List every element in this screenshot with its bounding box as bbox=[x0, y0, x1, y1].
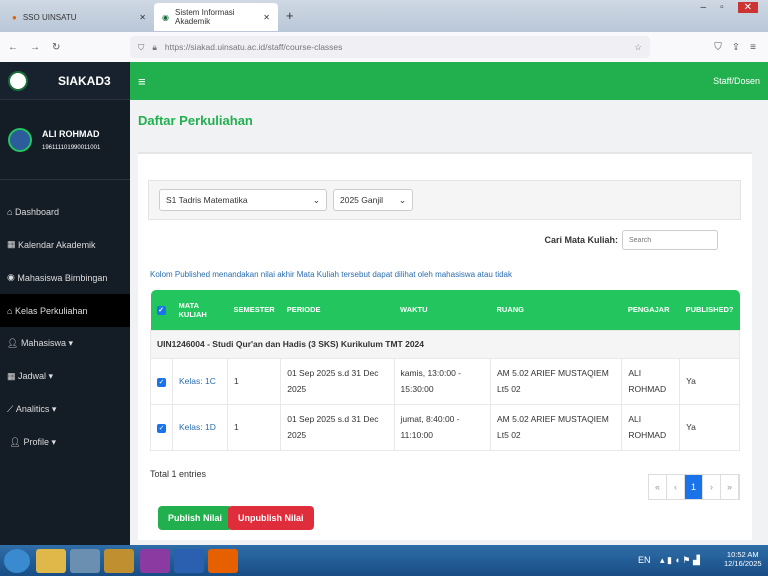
tray-icons[interactable]: ▴ ▮ ◖ ⚑ ▟ bbox=[660, 555, 700, 566]
role-label[interactable]: Staff/Dosen bbox=[713, 76, 760, 86]
url-input[interactable]: ⛉ 🔒︎ https://siakad.uinsatu.ac.id/staff/co… bbox=[130, 36, 650, 58]
sidebar-item-jadwal[interactable]: ▦ Jadwal ▾ bbox=[0, 360, 130, 393]
tab-siakad[interactable]: ◉ Sistem Informasi Akademik ✕ bbox=[154, 3, 278, 31]
content-card: S1 Tadris Matematika ⌄ 2025 Ganjil ⌄ Cari … bbox=[138, 152, 752, 540]
window-controls[interactable]: – ▫ ✕ bbox=[701, 2, 758, 13]
published-note: Kolom Published menandakan nilai akhir M… bbox=[150, 270, 512, 279]
new-tab-button[interactable]: + bbox=[286, 8, 294, 23]
semester-select[interactable]: 2025 Ganjil ⌄ bbox=[333, 189, 413, 211]
sidebar-item-analitics[interactable]: ⟋ Analitics ▾ bbox=[0, 393, 130, 426]
sidebar-item-dashboard[interactable]: ⌂ Dashboard bbox=[0, 195, 130, 228]
sidebar-item-kelas[interactable]: ⌂ Kelas Perkuliahan bbox=[0, 294, 130, 327]
sidebar-item-profile[interactable]: 👤︎ Profile ▾ bbox=[0, 426, 130, 459]
app-icon[interactable] bbox=[140, 549, 170, 573]
top-header: ≡ Staff/Dosen bbox=[130, 62, 768, 100]
star-icon[interactable]: ☆ bbox=[634, 42, 642, 53]
course-table: ✓ MATA KULIAH SEMESTER PERIODE WAKTU RUANG PE… bbox=[150, 290, 740, 451]
browser-toolbar[interactable]: ⛉ ⇪ ≡ bbox=[714, 42, 756, 53]
sidebar-item-bimbingan[interactable]: ◉ Mahasiswa Bimbingan bbox=[0, 261, 130, 294]
firefox-icon: ● bbox=[12, 12, 17, 22]
clock[interactable]: 10:52 AM 12/16/2025 bbox=[724, 550, 762, 568]
table-row: ✓ Kelas: 1C 1 01 Sep 2025 s.d 31 Dec 2025 ka… bbox=[150, 357, 740, 405]
avatar bbox=[8, 127, 32, 152]
start-button[interactable] bbox=[4, 549, 30, 573]
site-icon: ◉ bbox=[162, 12, 169, 22]
row-checkbox[interactable]: ✓ bbox=[157, 424, 166, 433]
pagination[interactable]: «‹ 1 ›» bbox=[648, 474, 740, 500]
lock-icon: 🔒︎ bbox=[152, 41, 157, 52]
sidebar: SIAKAD3 ALI ROHMAD 196111101990011001 ⌂ D… bbox=[0, 62, 130, 545]
kelas-link[interactable]: Kelas: 1C bbox=[179, 376, 216, 386]
browser-tabbar: ● SSO UINSATU ✕ ◉ Sistem Informasi Akademik… bbox=[0, 0, 768, 32]
close-icon[interactable]: ✕ bbox=[139, 13, 146, 22]
sidebar-item-mahasiswa[interactable]: 👤︎ Mahasiswa ▾ bbox=[0, 327, 130, 360]
unpublish-button[interactable]: Unpublish Nilai bbox=[228, 506, 314, 530]
table-row: ✓ Kelas: 1D 1 01 Sep 2025 s.d 31 Dec 2025 ju… bbox=[150, 403, 740, 451]
row-checkbox[interactable]: ✓ bbox=[157, 378, 166, 387]
brand-name: SIAKAD3 bbox=[58, 73, 111, 88]
tab-sso[interactable]: ● SSO UINSATU ✕ bbox=[4, 3, 154, 31]
taskbar: EN ▴ ▮ ◖ ⚑ ▟ 10:52 AM 12/16/2025 bbox=[0, 545, 768, 576]
page-title: Daftar Perkuliahan bbox=[138, 113, 253, 128]
close-icon[interactable]: ✕ bbox=[263, 13, 270, 22]
search-label: Cari Mata Kuliah: bbox=[544, 235, 618, 245]
address-bar: ← → ↻ ⛉ 🔒︎ https://siakad.uinsatu.ac.id/st… bbox=[0, 32, 768, 62]
user-id: 196111101990011001 bbox=[42, 144, 101, 151]
kelas-link[interactable]: Kelas: 1D bbox=[179, 422, 216, 432]
word-icon[interactable] bbox=[174, 549, 204, 573]
sidebar-item-kalendar[interactable]: ▦ Kalendar Akademik bbox=[0, 228, 130, 261]
select-all-checkbox[interactable]: ✓ bbox=[156, 305, 166, 315]
program-select[interactable]: S1 Tadris Matematika ⌄ bbox=[159, 189, 327, 211]
course-group-row: UIN1246004 - Studi Qur'an dan Hadis (3 S… bbox=[150, 329, 740, 359]
shield-icon: ⛉ bbox=[138, 41, 145, 52]
search-input[interactable] bbox=[622, 230, 718, 250]
logo-icon bbox=[8, 70, 28, 91]
back-icon[interactable]: ← bbox=[8, 42, 18, 53]
user-name: ALI ROHMAD bbox=[42, 128, 100, 139]
language-indicator[interactable]: EN bbox=[638, 555, 651, 565]
total-entries: Total 1 entries bbox=[150, 469, 207, 479]
reload-icon[interactable]: ↻ bbox=[52, 42, 60, 53]
explorer-icon[interactable] bbox=[36, 549, 66, 573]
menu-toggle-icon[interactable]: ≡ bbox=[138, 74, 146, 89]
speaker-app-icon[interactable] bbox=[70, 549, 100, 573]
forward-icon[interactable]: → bbox=[30, 42, 40, 53]
firefox-icon[interactable] bbox=[208, 549, 238, 573]
publish-button[interactable]: Publish Nilai bbox=[158, 506, 233, 530]
app-icon[interactable] bbox=[104, 549, 134, 573]
